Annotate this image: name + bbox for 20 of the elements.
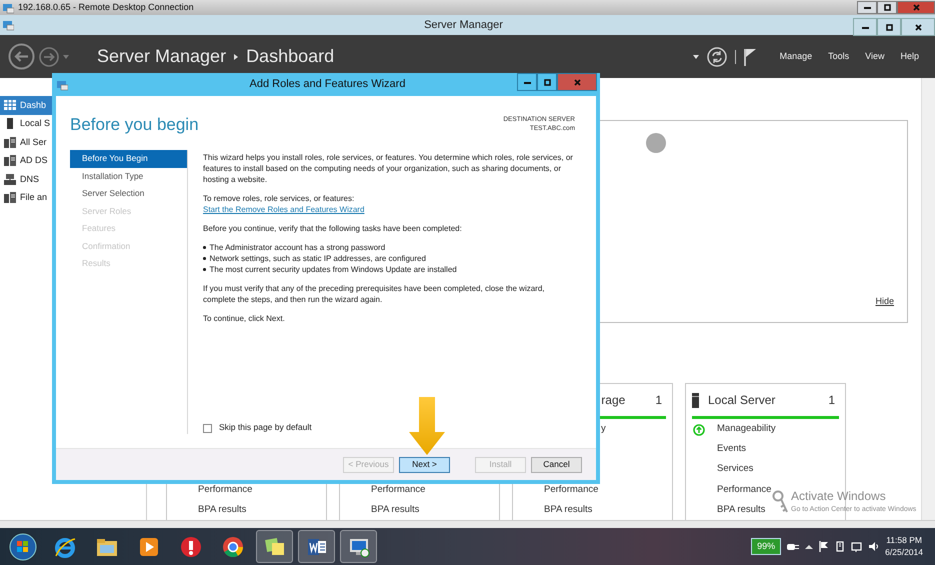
wizard-step: Confirmation (70, 238, 187, 255)
wizard-step: Server Roles (70, 202, 187, 220)
wizard-step: Results (70, 255, 187, 272)
page-heading: Before you begin (70, 115, 199, 136)
list-item-text: Network settings, such as static IP addresses, are configured (210, 253, 426, 264)
body-text: This wizard helps you install roles, role services, or features. You determine which roles, role services, or features to install based on the computing needs of your organization, such as sharing documents, or hosting a website. (203, 152, 574, 186)
body-text: Before you continue, verify that the following tasks have been completed: (203, 223, 463, 234)
tile-count: 1 (655, 392, 663, 409)
window-title: 192.168.0.65 - Remote Desktop Connection (18, 0, 194, 14)
dialog-title: Add Roles and Features Wizard (248, 77, 406, 92)
window-title: Server Manager (423, 18, 504, 33)
body-text: To remove roles, role services, or features: (203, 193, 356, 204)
wizard-step: Features (70, 220, 187, 238)
list-item-text: The Administrator account has a strong password (210, 242, 386, 254)
tile-count: 1 (828, 392, 836, 409)
activation-title: Activate Windows (791, 490, 887, 504)
list-item-text: The most current security updates from Windows Update are installed (210, 264, 457, 276)
page-title: Dashboard (246, 45, 334, 68)
body-text: If you must verify that any of the preceding prerequisites have been completed, close the wizard, complete the steps, and then run the wizard again. (203, 283, 546, 306)
body-text: To continue, click Next. (203, 313, 286, 324)
